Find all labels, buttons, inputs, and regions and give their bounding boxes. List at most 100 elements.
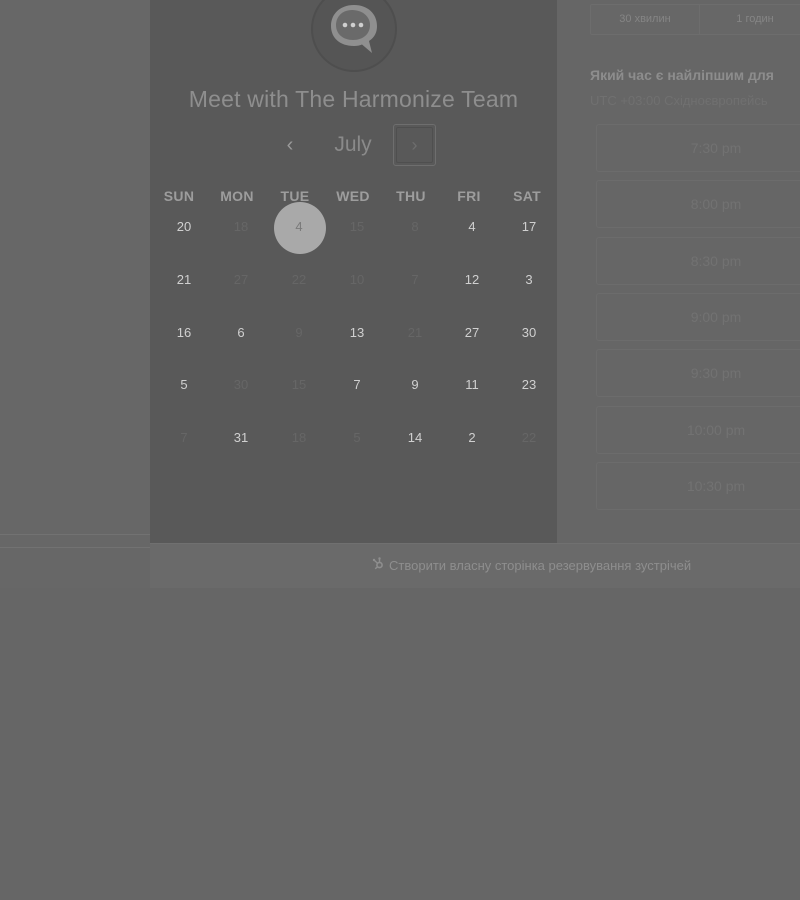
divider — [0, 534, 150, 535]
time-slot-button[interactable]: 9:00 pm — [596, 292, 800, 341]
calendar-day: 22 — [500, 414, 558, 462]
day-number: 6 — [237, 325, 245, 340]
day-number: 31 — [233, 430, 249, 445]
day-number: 12 — [464, 272, 480, 287]
time-slot-button[interactable]: 7:30 pm — [596, 124, 800, 172]
calendar-day[interactable]: 20 — [155, 203, 213, 251]
weekday-mon: MON — [220, 188, 254, 204]
weekday-fri: FRI — [457, 188, 481, 204]
day-number: 23 — [521, 377, 537, 392]
month-label: July — [334, 133, 372, 156]
calendar-day[interactable]: 7 — [328, 361, 386, 409]
calendar-day[interactable]: 17 — [500, 203, 558, 251]
calendar-day[interactable]: 27 — [443, 309, 501, 357]
calendar-day: 15 — [270, 361, 328, 409]
sprocket-icon — [372, 557, 385, 573]
prev-month-button[interactable]: ‹ — [277, 130, 303, 160]
calendar-day: 7 — [386, 256, 444, 304]
calendar-day: 8 — [386, 203, 444, 251]
calendar-day: 21 — [386, 309, 444, 357]
day-number: 9 — [295, 325, 303, 340]
day-number: 5 — [353, 430, 361, 445]
day-number: 27 — [464, 325, 480, 340]
calendar-day[interactable]: 9 — [386, 361, 444, 409]
day-number: 22 — [291, 272, 307, 287]
calendar-day[interactable]: 3 — [500, 256, 558, 304]
calendar-day[interactable]: 31 — [212, 414, 270, 462]
day-number: 21 — [176, 272, 192, 287]
calendar-day[interactable]: 4 — [443, 203, 501, 251]
time-slot-button[interactable]: 9:30 pm — [596, 349, 800, 398]
next-month-button[interactable]: › — [393, 124, 436, 166]
day-number: 22 — [521, 430, 537, 445]
calendar-day: 22 — [270, 256, 328, 304]
chevron-right-icon: › — [396, 127, 433, 163]
day-number: 7 — [353, 377, 361, 392]
day-number: 20 — [176, 219, 192, 234]
selected-day[interactable]: 4 — [270, 202, 328, 254]
create-booking-page-link[interactable]: Створити власну сторінка резервування зу… — [372, 557, 691, 573]
day-number: 3 — [525, 272, 533, 287]
weekday-thu: THU — [396, 188, 426, 204]
day-number: 7 — [180, 430, 188, 445]
day-number: 15 — [291, 377, 307, 392]
calendar-panel: Meet with The Harmonize Team ‹ July › SU… — [150, 0, 557, 543]
day-number: 30 — [233, 377, 249, 392]
day-number: 15 — [349, 219, 365, 234]
day-number: 16 — [176, 325, 192, 340]
day-number: 21 — [407, 325, 423, 340]
day-number: 17 — [521, 219, 537, 234]
calendar-day: 9 — [270, 309, 328, 357]
calendar-day: 27 — [212, 256, 270, 304]
time-slot-button[interactable]: 8:30 pm — [596, 236, 800, 285]
duration-1-hour-tab[interactable]: 1 годин — [700, 5, 800, 34]
footer-link-text: Створити власну сторінка резервування зу… — [389, 558, 692, 573]
booking-page: Meet with The Harmonize Team ‹ July › SU… — [0, 0, 800, 900]
meeting-title: Meet with The Harmonize Team — [188, 86, 519, 112]
time-slot-button[interactable]: 10:30 pm — [596, 461, 800, 510]
duration-30-min-tab[interactable]: 30 хвилин — [591, 5, 699, 34]
day-number: 30 — [521, 325, 537, 340]
calendar-day: 18 — [270, 414, 328, 462]
calendar-day: 7 — [155, 414, 213, 462]
calendar-day: 5 — [328, 414, 386, 462]
calendar-day[interactable]: 12 — [443, 256, 501, 304]
divider — [0, 547, 150, 548]
time-selection-panel: 30 хвилин 1 годин Який час є найліпшим д… — [590, 0, 800, 588]
footer: Створити власну сторінка резервування зу… — [150, 543, 800, 588]
duration-selector: 30 хвилин 1 годин — [590, 4, 800, 35]
chat-bubble-icon — [324, 0, 384, 59]
day-number: 10 — [349, 272, 365, 287]
calendar-day[interactable]: 2 — [443, 414, 501, 462]
day-number: 4 — [295, 219, 303, 234]
day-number: 7 — [411, 272, 419, 287]
calendar-day[interactable]: 13 — [328, 309, 386, 357]
time-question: Який час є найліпшим для — [590, 67, 774, 83]
calendar-day[interactable]: 11 — [443, 361, 501, 409]
calendar-day[interactable]: 23 — [500, 361, 558, 409]
avatar — [311, 0, 397, 72]
day-number: 8 — [411, 219, 419, 234]
day-number: 2 — [468, 430, 476, 445]
left-background — [0, 0, 150, 588]
day-number: 9 — [411, 377, 419, 392]
day-number: 13 — [349, 325, 365, 340]
day-number: 14 — [407, 430, 423, 445]
weekday-sat: SAT — [513, 188, 541, 204]
calendar-day[interactable]: 14 — [386, 414, 444, 462]
calendar-day: 30 — [212, 361, 270, 409]
calendar-day: 18 — [212, 203, 270, 251]
day-number: 27 — [233, 272, 249, 287]
day-number: 18 — [291, 430, 307, 445]
calendar-day: 10 — [328, 256, 386, 304]
calendar-day[interactable]: 21 — [155, 256, 213, 304]
calendar-day[interactable]: 30 — [500, 309, 558, 357]
time-slot-button[interactable]: 8:00 pm — [596, 180, 800, 229]
calendar-day[interactable]: 16 — [155, 309, 213, 357]
timezone-selector[interactable]: UTC +03:00 Східноєвропейсь — [590, 93, 800, 108]
calendar-day[interactable]: 6 — [212, 309, 270, 357]
calendar-day: 15 — [328, 203, 386, 251]
time-slot-button[interactable]: 10:00 pm — [596, 405, 800, 454]
calendar-day[interactable]: 5 — [155, 361, 213, 409]
month-navigator: ‹ July › — [150, 124, 557, 166]
